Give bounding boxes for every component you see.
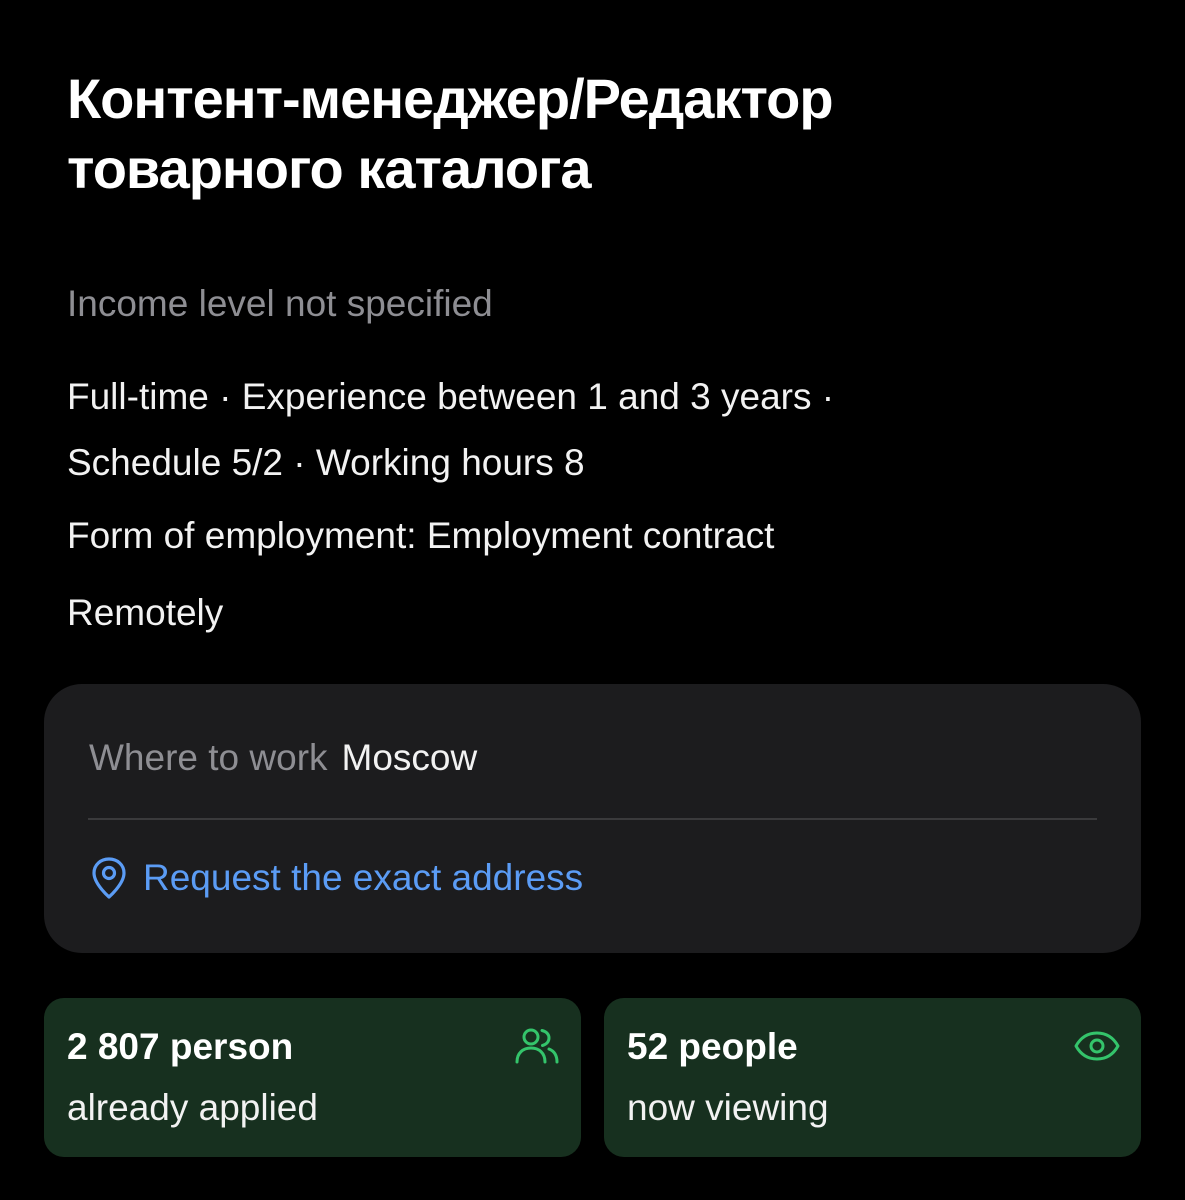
vacancy-title-line: товарного каталога xyxy=(67,137,592,200)
vacancy-title-line: Контент-менеджер/Редактор xyxy=(67,67,834,130)
applicants-card: 2 807 person already applied xyxy=(44,998,581,1157)
where-to-work-label: Where to work xyxy=(89,737,328,778)
viewers-count: 52 people xyxy=(627,1026,798,1067)
viewers-caption: now viewing xyxy=(627,1087,829,1128)
work-city: Moscow xyxy=(341,737,478,778)
job-details-line: Schedule 5/2 · Working hours 8 xyxy=(67,442,585,483)
divider xyxy=(88,818,1097,820)
location-card: Where to work Moscow Request the exact ad… xyxy=(44,684,1141,953)
people-icon xyxy=(513,1026,561,1066)
location-pin-icon xyxy=(89,856,129,900)
applicants-count: 2 807 person xyxy=(67,1026,294,1067)
viewers-card: 52 people now viewing xyxy=(604,998,1141,1157)
request-address-label: Request the exact address xyxy=(143,857,584,898)
work-format: Remotely xyxy=(67,592,224,633)
vacancy-title: Контент-менеджер/Редактор товарного ката… xyxy=(67,64,1127,204)
income-level: Income level not specified xyxy=(67,283,493,324)
employment-form: Form of employment: Employment contract xyxy=(67,515,775,556)
where-to-work-row: Where to work Moscow xyxy=(89,736,477,780)
eye-icon xyxy=(1073,1026,1121,1066)
job-details-line: Full-time · Experience between 1 and 3 y… xyxy=(67,376,835,417)
job-details: Full-time · Experience between 1 and 3 y… xyxy=(67,364,1147,496)
request-address-link[interactable]: Request the exact address xyxy=(89,856,583,900)
applicants-caption: already applied xyxy=(67,1087,318,1128)
